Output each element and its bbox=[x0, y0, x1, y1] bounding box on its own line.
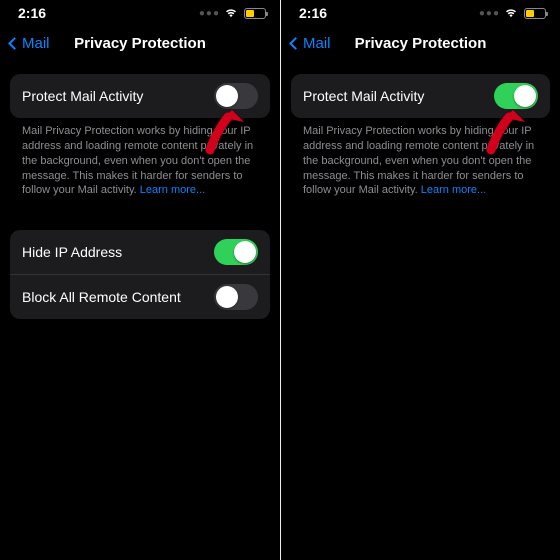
back-button[interactable]: Mail bbox=[10, 35, 50, 52]
nav-bar: Mail Privacy Protection bbox=[0, 26, 280, 60]
learn-more-link[interactable]: Learn more... bbox=[140, 184, 205, 196]
wifi-icon bbox=[504, 8, 518, 18]
row-label: Hide IP Address bbox=[22, 244, 122, 260]
content: Protect Mail Activity Mail Privacy Prote… bbox=[0, 60, 280, 319]
screenshot-right: 2:16 ●●● Mail Privacy Protection Protect… bbox=[280, 0, 560, 560]
wifi-icon bbox=[224, 8, 238, 18]
status-time: 2:16 bbox=[299, 5, 327, 21]
chevron-left-icon bbox=[8, 37, 21, 50]
screenshot-left: 2:16 ●●● Mail Privacy Protection Protect… bbox=[0, 0, 280, 560]
status-bar: 2:16 ●●● bbox=[281, 0, 560, 26]
chevron-left-icon bbox=[289, 37, 302, 50]
status-right: ●●● bbox=[479, 8, 546, 19]
toggle-hide-ip[interactable] bbox=[214, 239, 258, 265]
status-time: 2:16 bbox=[18, 5, 46, 21]
back-label: Mail bbox=[22, 35, 50, 52]
row-hide-ip[interactable]: Hide IP Address bbox=[10, 230, 270, 274]
recording-dots-icon: ●●● bbox=[199, 8, 220, 19]
row-label: Protect Mail Activity bbox=[303, 88, 424, 104]
nav-bar: Mail Privacy Protection bbox=[281, 26, 560, 60]
row-label: Block All Remote Content bbox=[22, 289, 181, 305]
back-button[interactable]: Mail bbox=[291, 35, 331, 52]
settings-group-options: Hide IP Address Block All Remote Content bbox=[10, 230, 270, 319]
status-right: ●●● bbox=[199, 8, 266, 19]
row-block-remote[interactable]: Block All Remote Content bbox=[10, 274, 270, 319]
annotation-arrow-icon bbox=[479, 106, 529, 156]
back-label: Mail bbox=[303, 35, 331, 52]
battery-icon bbox=[244, 8, 266, 19]
battery-icon bbox=[524, 8, 546, 19]
recording-dots-icon: ●●● bbox=[479, 8, 500, 19]
status-bar: 2:16 ●●● bbox=[0, 0, 280, 26]
annotation-arrow-icon bbox=[198, 106, 248, 156]
toggle-block-remote[interactable] bbox=[214, 284, 258, 310]
row-label: Protect Mail Activity bbox=[22, 88, 143, 104]
learn-more-link[interactable]: Learn more... bbox=[421, 184, 486, 196]
